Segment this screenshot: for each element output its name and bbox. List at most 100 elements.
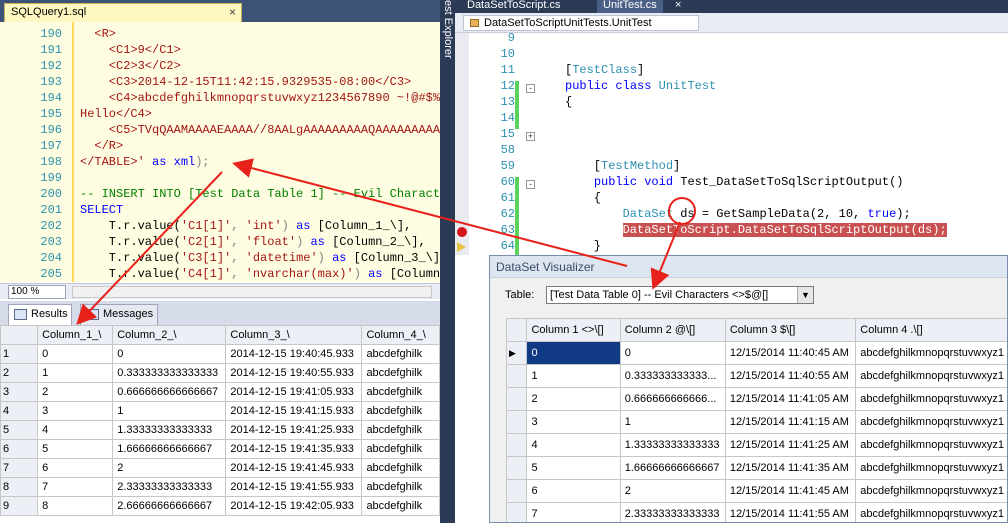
table-row[interactable]: 9 8 2.66666666666667 2014-12-15 19:42:05.93… [0, 496, 440, 516]
table-cell[interactable]: 1.33333333333333 [619, 433, 726, 457]
table-cell[interactable]: abcdefghilk [361, 439, 440, 459]
table-cell[interactable]: 3 [37, 401, 114, 421]
table-cell[interactable]: 4 [526, 433, 621, 457]
tab-messages[interactable]: Messages [80, 304, 158, 325]
row-header[interactable]: 5 [0, 420, 39, 440]
row-header[interactable] [506, 364, 528, 388]
row-header[interactable] [506, 502, 528, 522]
table-cell[interactable]: 2014-12-15 19:41:05.933 [225, 382, 363, 402]
table-row[interactable]: 2 1 0.333333333333333 2014-12-15 19:40:55.9… [0, 363, 440, 383]
results-grid[interactable]: Column_1_\ Column_2_\ Column_3_\ Column_4_\… [0, 325, 440, 523]
row-header[interactable]: 4 [0, 401, 39, 421]
sql-editor[interactable]: 190 <R> 191 <C1>9</C1> 192 <C2>3</C2> 193 <… [0, 22, 440, 282]
row-header[interactable]: 1 [0, 344, 39, 364]
row-header[interactable]: 2 [0, 363, 39, 383]
table-row[interactable]: 2 0.666666666666... 12/15/2014 11:41:05 AM… [506, 387, 1007, 411]
table-cell[interactable]: abcdefghilkmnopqrstuvwxyz1 [855, 387, 1007, 411]
table-cell[interactable]: abcdefghilk [361, 382, 440, 402]
table-cell[interactable]: 1.33333333333333 [112, 420, 227, 440]
table-cell[interactable]: 6 [526, 479, 621, 503]
row-header[interactable]: 8 [0, 477, 39, 497]
chevron-down-icon[interactable]: ▼ [797, 287, 813, 303]
column-header[interactable]: Column 3 $\[] [724, 318, 857, 342]
table-row[interactable]: ▶ 0 0 12/15/2014 11:40:45 AM abcdefghilkmnop… [506, 341, 1007, 365]
tab-results[interactable]: Results [8, 304, 72, 325]
table-cell[interactable]: 1.66666666666667 [112, 439, 227, 459]
table-cell[interactable]: 6 [37, 458, 114, 478]
table-cell[interactable]: abcdefghilk [361, 344, 440, 364]
table-cell[interactable]: abcdefghilkmnopqrstuvwxyz1 [855, 479, 1007, 503]
table-cell[interactable]: 12/15/2014 11:41:25 AM [724, 433, 857, 457]
table-cell[interactable]: 12/15/2014 11:41:15 AM [724, 410, 857, 434]
table-cell[interactable]: 1.66666666666667 [619, 456, 726, 480]
table-cell[interactable]: 2 [112, 458, 227, 478]
table-cell[interactable]: 5 [37, 439, 114, 459]
table-cell[interactable]: 2 [37, 382, 114, 402]
table-cell[interactable]: 12/15/2014 11:41:35 AM [724, 456, 857, 480]
table-cell[interactable]: 1 [526, 364, 621, 388]
table-row[interactable]: 6 2 12/15/2014 11:41:45 AM abcdefghilkmnopq… [506, 479, 1007, 503]
table-cell[interactable]: 0 [37, 344, 114, 364]
table-cell[interactable]: abcdefghilk [361, 458, 440, 478]
table-cell[interactable]: 3 [526, 410, 621, 434]
column-header[interactable]: Column 4 .\[] [855, 318, 1007, 342]
table-cell[interactable]: 2.66666666666667 [112, 496, 227, 516]
table-cell[interactable]: 0 [526, 341, 621, 365]
row-header[interactable] [506, 410, 528, 434]
table-row[interactable]: 8 7 2.33333333333333 2014-12-15 19:41:55.93… [0, 477, 440, 497]
table-cell[interactable]: 8 [37, 496, 114, 516]
column-header[interactable] [506, 318, 528, 342]
table-cell[interactable]: 12/15/2014 11:41:45 AM [724, 479, 857, 503]
table-cell[interactable]: 12/15/2014 11:40:45 AM [724, 341, 857, 365]
row-header[interactable] [506, 433, 528, 457]
table-cell[interactable]: abcdefghilkmnopqrstuvwxyz1 [855, 341, 1007, 365]
table-row[interactable]: 5 4 1.33333333333333 2014-12-15 19:41:25.93… [0, 420, 440, 440]
table-row[interactable]: 4 1.33333333333333 12/15/2014 11:41:25 AM a… [506, 433, 1007, 457]
visualizer-grid[interactable]: Column 1 <>\[] Column 2 @\[] Column 3 $\[]… [506, 318, 1007, 522]
table-cell[interactable]: 2014-12-15 19:42:05.933 [225, 496, 363, 516]
table-cell[interactable]: 12/15/2014 11:41:05 AM [724, 387, 857, 411]
row-header[interactable] [506, 456, 528, 480]
table-row[interactable]: 5 1.66666666666667 12/15/2014 11:41:35 AM a… [506, 456, 1007, 480]
table-cell[interactable]: 12/15/2014 11:41:55 AM [724, 502, 857, 522]
table-cell[interactable]: 2014-12-15 19:41:35.933 [225, 439, 363, 459]
table-cell[interactable]: 0.666666666666... [619, 387, 726, 411]
table-cell[interactable]: 1 [112, 401, 227, 421]
column-header[interactable] [0, 325, 39, 345]
tab-unittest[interactable]: UnitTest.cs [597, 0, 663, 13]
table-select[interactable]: [Test Data Table 0] -- Evil Characters <… [546, 286, 814, 304]
row-header[interactable]: 3 [0, 382, 39, 402]
row-header[interactable] [506, 479, 528, 503]
table-cell[interactable]: abcdefghilk [361, 496, 440, 516]
zoom-select[interactable]: 100 % [8, 285, 66, 299]
table-cell[interactable]: 0 [619, 341, 726, 365]
table-row[interactable]: 1 0 0 2014-12-15 19:40:45.933 abcdefghilk [0, 344, 440, 364]
table-cell[interactable]: abcdefghilk [361, 363, 440, 383]
table-cell[interactable]: abcdefghilkmnopqrstuvwxyz1 [855, 502, 1007, 522]
table-cell[interactable]: 2.33333333333333 [619, 502, 726, 522]
table-cell[interactable]: 0 [112, 344, 227, 364]
table-cell[interactable]: 7 [526, 502, 621, 522]
table-cell[interactable]: abcdefghilk [361, 477, 440, 497]
table-row[interactable]: 7 2.33333333333333 12/15/2014 11:41:55 AM a… [506, 502, 1007, 522]
column-header[interactable]: Column_3_\ [225, 325, 363, 345]
table-cell[interactable]: 2.33333333333333 [112, 477, 227, 497]
table-row[interactable]: 3 1 12/15/2014 11:41:15 AM abcdefghilkmnopq… [506, 410, 1007, 434]
tab-sqlquery1[interactable]: SQLQuery1.sql × [4, 3, 242, 22]
row-header[interactable]: 7 [0, 458, 39, 478]
table-cell[interactable]: 7 [37, 477, 114, 497]
close-icon[interactable]: × [669, 0, 687, 13]
class-selector[interactable]: DataSetToScriptUnitTests.UnitTest [463, 15, 699, 31]
table-cell[interactable]: abcdefghilk [361, 401, 440, 421]
table-cell[interactable]: 1 [619, 410, 726, 434]
column-header[interactable]: Column_1_\ [37, 325, 114, 345]
table-cell[interactable]: abcdefghilk [361, 420, 440, 440]
table-cell[interactable]: abcdefghilkmnopqrstuvwxyz1 [855, 456, 1007, 480]
table-cell[interactable]: 2014-12-15 19:41:55.933 [225, 477, 363, 497]
table-cell[interactable]: 2014-12-15 19:40:45.933 [225, 344, 363, 364]
table-cell[interactable]: 4 [37, 420, 114, 440]
table-cell[interactable]: 0.333333333333333 [112, 363, 227, 383]
tab-datasettoscript[interactable]: DataSetToScript.cs [461, 0, 567, 13]
column-header[interactable]: Column 1 <>\[] [526, 318, 621, 342]
column-header[interactable]: Column_2_\ [112, 325, 227, 345]
